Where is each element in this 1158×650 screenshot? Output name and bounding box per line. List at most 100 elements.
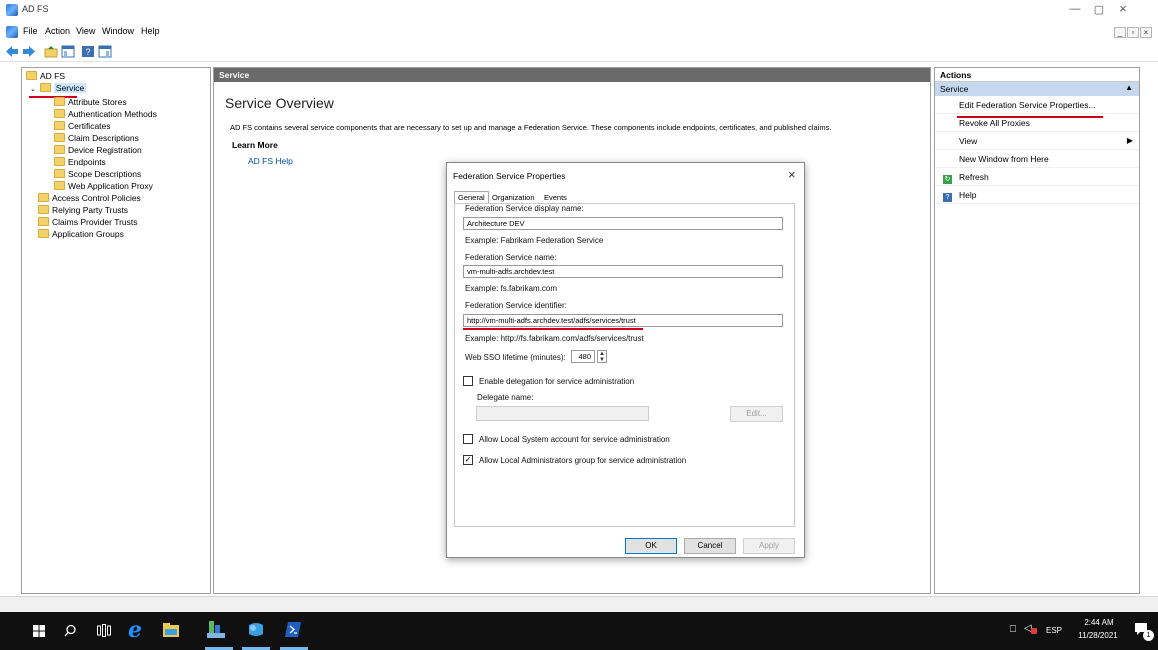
action-label: View — [959, 136, 978, 146]
tree-item-certificates[interactable]: Certificates — [54, 121, 111, 133]
apply-button[interactable]: Apply — [743, 538, 795, 554]
actions-header: Actions — [935, 68, 1139, 82]
folder-icon — [54, 109, 65, 118]
menu-window[interactable]: Window — [102, 26, 134, 36]
server-manager-icon[interactable] — [207, 621, 225, 638]
status-bar — [0, 596, 1158, 612]
actions-section-service[interactable]: Service ▲ — [935, 82, 1139, 96]
search-icon[interactable] — [64, 624, 77, 637]
window-title-bar: AD FS — ▢ × — [0, 0, 1158, 22]
powershell-icon[interactable] — [285, 622, 301, 637]
up-folder-icon[interactable] — [44, 45, 58, 58]
tree-item-label: Scope Descriptions — [68, 169, 142, 179]
tab-organization[interactable]: Organization — [489, 192, 538, 203]
folder-icon — [54, 97, 65, 106]
sso-lifetime-spinner-icon[interactable]: ▲ ▼ — [597, 350, 607, 363]
folder-icon — [54, 157, 65, 166]
action-label: Help — [959, 190, 977, 200]
tree-item-service[interactable]: ⌄ Service — [30, 83, 87, 95]
file-explorer-icon[interactable] — [163, 623, 179, 637]
tree-item-label: Device Registration — [68, 145, 142, 155]
local-admins-checkbox[interactable]: ✓ — [463, 455, 473, 465]
cancel-button[interactable]: Cancel — [684, 538, 736, 554]
tree-item-endpoints[interactable]: Endpoints — [54, 157, 106, 169]
actions-pane: Actions Service ▲ Edit Federation Servic… — [934, 67, 1140, 594]
input-language[interactable]: ESP — [1046, 626, 1062, 635]
tree-item-claim-descriptions[interactable]: Claim Descriptions — [54, 133, 139, 145]
show-hide-action-pane-icon[interactable] — [98, 45, 112, 58]
action-view[interactable]: View ▶ — [935, 132, 1139, 150]
local-admins-label: Allow Local Administrators group for ser… — [479, 456, 687, 465]
annotation-underline — [957, 116, 1103, 118]
toolbar: ? — [0, 42, 1158, 62]
delegate-name-label: Delegate name: — [477, 393, 534, 402]
sso-lifetime-input[interactable]: 480 — [571, 350, 595, 363]
volume-muted-badge-icon — [1031, 628, 1037, 634]
network-icon[interactable]: ⎕ — [1010, 624, 1016, 635]
help-icon: ? — [943, 193, 952, 202]
display-name-input[interactable]: Architecture DEV — [463, 217, 783, 230]
action-new-window-from-here[interactable]: New Window from Here — [935, 150, 1139, 168]
internet-explorer-icon[interactable]: e — [128, 617, 142, 643]
action-label: Revoke All Proxies — [959, 118, 1030, 128]
back-arrow-icon[interactable] — [5, 45, 19, 58]
tab-events[interactable]: Events — [541, 192, 570, 203]
collapse-arrow-icon[interactable]: ▲ — [1125, 83, 1133, 92]
page-title: Service Overview — [225, 95, 334, 111]
service-name-input[interactable]: vm-multi-adfs.archdev.test — [463, 265, 783, 278]
close-icon[interactable]: × — [1112, 1, 1134, 16]
delegation-checkbox[interactable] — [463, 376, 473, 386]
help-icon[interactable]: ? — [81, 45, 95, 58]
adfs-help-link[interactable]: AD FS Help — [248, 156, 293, 166]
menu-action[interactable]: Action — [45, 26, 70, 36]
tree-item-device-registration[interactable]: Device Registration — [54, 145, 142, 157]
tree-item-adfs[interactable]: AD FS — [26, 71, 65, 83]
chevron-down-icon[interactable]: ⌄ — [30, 86, 36, 93]
windows-start-icon[interactable] — [33, 625, 45, 637]
tree-item-label: Web Application Proxy — [68, 181, 153, 191]
folder-icon — [38, 205, 49, 214]
tree-item-label: Service — [53, 83, 87, 93]
edit-button[interactable]: Edit... — [730, 406, 783, 422]
tree-item-scope-descriptions[interactable]: Scope Descriptions — [54, 169, 141, 181]
local-system-checkbox[interactable] — [463, 434, 473, 444]
action-help[interactable]: ? Help — [935, 186, 1139, 204]
task-view-icon[interactable] — [97, 624, 111, 637]
show-hide-tree-icon[interactable] — [61, 45, 75, 58]
ok-button[interactable]: OK — [625, 538, 677, 554]
mmc-taskbar-icon[interactable] — [247, 621, 265, 638]
tree-item-label: AD FS — [40, 71, 66, 81]
child-close-icon[interactable]: × — [1140, 27, 1152, 38]
menu-file[interactable]: File — [23, 26, 38, 36]
clock-date[interactable]: 11/28/2021 — [1072, 631, 1124, 640]
action-refresh[interactable]: ↻ Refresh — [935, 168, 1139, 186]
window-title: AD FS — [22, 4, 49, 14]
tree-item-application-groups[interactable]: Application Groups — [38, 229, 124, 241]
action-label: New Window from Here — [959, 154, 1049, 164]
folder-icon — [38, 229, 49, 238]
tree-item-web-application-proxy[interactable]: Web Application Proxy — [54, 181, 153, 193]
identifier-input[interactable]: http://vm-multi-adfs.archdev.test/adfs/s… — [463, 314, 783, 327]
tree-item-authentication-methods[interactable]: Authentication Methods — [54, 109, 157, 121]
tree-item-access-control-policies[interactable]: Access Control Policies — [38, 193, 141, 205]
child-minimize-icon[interactable]: _ — [1114, 27, 1126, 38]
minimize-icon[interactable]: — — [1064, 3, 1086, 15]
forward-arrow-icon[interactable] — [22, 45, 36, 58]
general-tab-panel — [454, 203, 795, 527]
maximize-icon[interactable]: ▢ — [1088, 3, 1110, 16]
clock-time[interactable]: 2:44 AM — [1076, 618, 1122, 627]
tab-general[interactable]: General — [454, 191, 489, 203]
child-restore-icon[interactable]: ▫ — [1127, 27, 1139, 38]
menu-help[interactable]: Help — [141, 26, 160, 36]
delegate-name-input — [476, 406, 649, 421]
tree-item-relying-party-trusts[interactable]: Relying Party Trusts — [38, 205, 128, 217]
learn-more-heading: Learn More — [232, 140, 278, 150]
dialog-close-icon[interactable]: × — [788, 167, 796, 182]
service-description: AD FS contains several service component… — [230, 123, 832, 132]
folder-icon — [26, 71, 37, 80]
action-edit-federation-service-properties[interactable]: Edit Federation Service Properties... — [935, 96, 1139, 114]
menu-view[interactable]: View — [76, 26, 95, 36]
folder-icon — [54, 121, 65, 130]
tree-item-attribute-stores[interactable]: Attribute Stores — [54, 97, 127, 109]
tree-item-claims-provider-trusts[interactable]: Claims Provider Trusts — [38, 217, 138, 229]
